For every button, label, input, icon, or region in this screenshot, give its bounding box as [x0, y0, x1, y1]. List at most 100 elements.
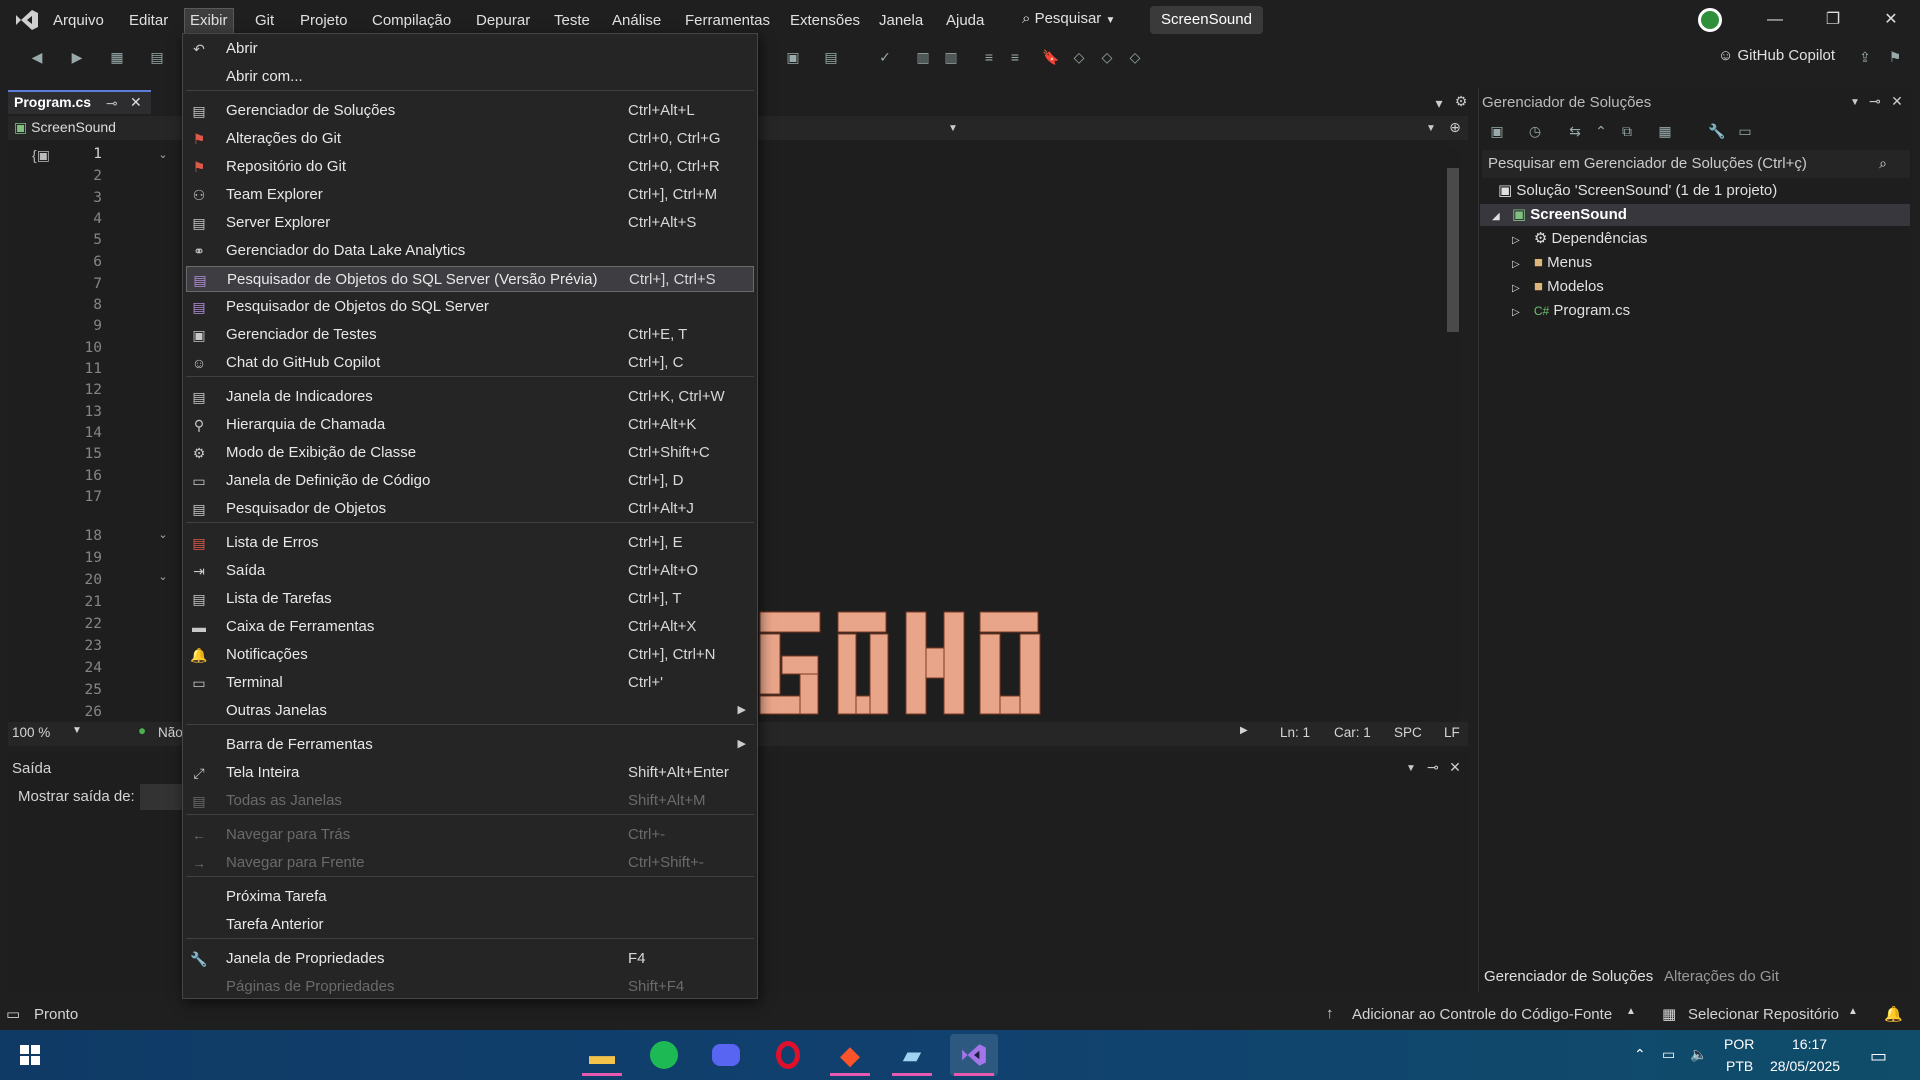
menu-item[interactable]: ⚙ Modo de Exibição de Classe Ctrl+Shift+C [186, 440, 754, 466]
menu-item[interactable]: Abrir com... [186, 64, 754, 90]
chevron-up-icon[interactable]: ▲ [1626, 1006, 1636, 1017]
close-tab-icon[interactable]: ✕ [130, 92, 142, 112]
clock-date[interactable]: 28/05/2025 [1770, 1058, 1840, 1074]
global-search-button[interactable]: ⌕ Pesquisar ▼ [1022, 10, 1115, 27]
tree-node[interactable]: ▷ ■ Menus [1512, 252, 1592, 274]
menu-analise[interactable]: Análise [607, 11, 666, 33]
split-editor-icon[interactable]: ⊕ [1446, 118, 1464, 136]
menu-item[interactable]: ▣ Gerenciador de Testes Ctrl+E, T [186, 322, 754, 348]
menu-item[interactable]: ▤ Lista de Erros Ctrl+], E [186, 530, 754, 556]
output-source-select[interactable] [140, 784, 182, 810]
switch-views-icon[interactable]: ▣ [1488, 122, 1506, 140]
collapse-icon[interactable]: ⌄ [154, 526, 172, 544]
tab-git-changes[interactable]: Alterações do Git [1664, 968, 1779, 985]
brave-icon[interactable]: ◆ [826, 1034, 874, 1076]
select-repository-button[interactable]: Selecionar Repositório [1688, 1006, 1839, 1023]
menu-item[interactable]: ▤ Pesquisador de Objetos do SQL Server [186, 294, 754, 320]
add-source-control-button[interactable]: Adicionar ao Controle do Código-Fonte [1352, 1006, 1612, 1023]
menu-extensoes[interactable]: Extensões [785, 11, 865, 33]
solution-search-input[interactable]: Pesquisar em Gerenciador de Soluções (Ct… [1482, 150, 1910, 178]
chevron-up-icon[interactable]: ▲ [1848, 1006, 1858, 1017]
close-icon[interactable]: ✕ [1446, 758, 1464, 776]
discord-icon[interactable] [702, 1034, 750, 1076]
menu-item[interactable]: 🔔 Notificações Ctrl+], Ctrl+N [186, 642, 754, 668]
file-explorer-icon[interactable]: ▬ [578, 1034, 626, 1076]
menu-item[interactable]: ⚇ Team Explorer Ctrl+], Ctrl+M [186, 182, 754, 208]
collapse-all-icon[interactable]: ⌃ [1592, 122, 1610, 140]
tab-overflow-icon[interactable]: ▾ [1430, 94, 1448, 112]
chevron-down-icon[interactable]: ▼ [72, 725, 82, 736]
bookmark-icon[interactable]: 🔖 [1042, 48, 1060, 66]
menu-arquivo[interactable]: Arquivo [48, 11, 109, 33]
menu-item[interactable]: ⚑ Repositório do Git Ctrl+0, Ctrl+R [186, 154, 754, 180]
history-icon[interactable]: ◷ [1526, 122, 1544, 140]
tray-expand-icon[interactable]: ⌃ [1634, 1046, 1646, 1063]
windows-start-icon[interactable] [20, 1045, 40, 1065]
menu-editar[interactable]: Editar [124, 11, 173, 33]
column-indicator[interactable]: Car: 1 [1334, 725, 1371, 740]
toolbar-tool-icon[interactable]: ▥ [914, 48, 932, 66]
toolbar-tool-icon[interactable]: ▥ [942, 48, 960, 66]
menu-item[interactable]: ⚭ Gerenciador do Data Lake Analytics [186, 238, 754, 264]
menu-git[interactable]: Git [250, 11, 279, 33]
back-icon[interactable]: ◀ [28, 48, 46, 66]
tree-node[interactable]: ▷ ⚙ Dependências [1512, 228, 1647, 250]
toolbar-tool-icon[interactable]: ▣ [784, 48, 802, 66]
scroll-right-icon[interactable]: ▶ [1240, 725, 1248, 736]
tab-solution-explorer[interactable]: Gerenciador de Soluções [1484, 968, 1653, 985]
spellcheck-icon[interactable]: ✓ [876, 48, 894, 66]
bookmark-icon[interactable]: ◇ [1070, 48, 1088, 66]
clock-time[interactable]: 16:17 [1792, 1036, 1827, 1052]
menu-item[interactable]: ▤ Pesquisador de Objetos do SQL Server (V… [186, 266, 754, 292]
tree-solution[interactable]: ▣ Solução 'ScreenSound' (1 de 1 projeto) [1498, 180, 1777, 202]
search-icon[interactable]: ⌕ [1874, 154, 1892, 172]
tree-project[interactable]: ◢ ▣ ScreenSound [1480, 204, 1910, 226]
menu-ferramentas[interactable]: Ferramentas [680, 11, 775, 33]
menu-item[interactable]: ▭ Terminal Ctrl+' [186, 670, 754, 696]
restore-icon[interactable]: ❐ [1813, 8, 1853, 32]
zoom-level[interactable]: 100 % [12, 725, 50, 740]
close-icon[interactable]: ✕ [1888, 92, 1906, 110]
bookmark-icon[interactable]: ◇ [1126, 48, 1144, 66]
menu-item[interactable]: ⇥ Saída Ctrl+Alt+O [186, 558, 754, 584]
preview-icon[interactable]: ▭ [1736, 122, 1754, 140]
show-all-files-icon[interactable]: ⧉ [1618, 122, 1636, 140]
chevron-down-icon[interactable]: ▼ [1846, 94, 1864, 112]
tree-node[interactable]: ▷ C# Program.cs [1512, 300, 1630, 322]
pin-icon[interactable]: ⊸ [1424, 758, 1442, 776]
language-indicator[interactable]: POR [1724, 1036, 1754, 1052]
menu-item[interactable]: Tarefa Anterior [186, 912, 754, 938]
volume-icon[interactable]: 🔈 [1690, 1046, 1707, 1063]
chevron-down-icon[interactable]: ▼ [1402, 760, 1420, 778]
feedback-icon[interactable]: ⚑ [1886, 48, 1904, 66]
opera-icon[interactable] [764, 1034, 812, 1076]
menu-compilacao[interactable]: Compilação [367, 11, 456, 33]
settings-icon[interactable]: ⚙ [1452, 92, 1470, 110]
menu-item[interactable]: ▤ Lista de Tarefas Ctrl+], T [186, 586, 754, 612]
comment-icon[interactable]: ≡ [980, 48, 998, 66]
project-navigation[interactable]: ▣ ScreenSound [14, 119, 116, 136]
menu-exibir[interactable]: Exibir [184, 8, 234, 34]
menu-ajuda[interactable]: Ajuda [941, 11, 989, 33]
tree-node[interactable]: ▷ ■ Modelos [1512, 276, 1604, 298]
sync-icon[interactable]: ⇆ [1566, 122, 1584, 140]
keyboard-layout-indicator[interactable]: PTB [1726, 1058, 1753, 1074]
menu-item[interactable]: ↶ Abrir [186, 36, 754, 62]
menu-item[interactable]: ☺ Chat do GitHub Copilot Ctrl+], C [186, 350, 754, 376]
chevron-down-icon[interactable]: ▼ [944, 120, 962, 138]
menu-projeto[interactable]: Projeto [295, 11, 353, 33]
menu-janela[interactable]: Janela [874, 11, 928, 33]
properties-icon[interactable]: 🔧 [1708, 122, 1726, 140]
menu-item[interactable]: Próxima Tarefa [186, 884, 754, 910]
notification-bell-icon[interactable]: 🔔 [1884, 1005, 1903, 1023]
collapse-icon[interactable]: ⌄ [154, 568, 172, 586]
menu-item[interactable]: ▬ Caixa de Ferramentas Ctrl+Alt+X [186, 614, 754, 640]
visual-studio-taskbar-icon[interactable] [950, 1034, 998, 1076]
share-icon[interactable]: ⇪ [1856, 48, 1874, 66]
new-project-icon[interactable]: ▦ [108, 48, 126, 66]
network-icon[interactable]: ▭ [1662, 1046, 1675, 1063]
issues-label[interactable]: Não [158, 725, 183, 740]
avatar[interactable] [1698, 8, 1722, 32]
scrollbar-thumb[interactable] [1447, 168, 1459, 332]
whitespace-indicator[interactable]: SPC [1394, 725, 1422, 740]
